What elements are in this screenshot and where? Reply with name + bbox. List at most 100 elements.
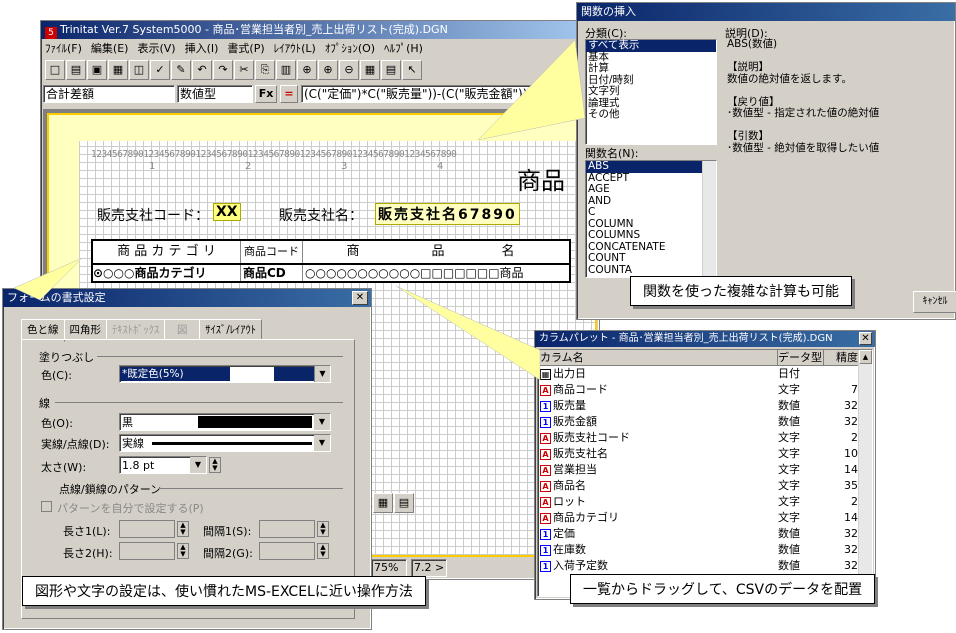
chevron-down-icon[interactable]: ▼ [314,414,330,430]
preview-icon[interactable]: ◫ [129,60,149,80]
formula-name-field[interactable]: 合計差額 [43,85,175,103]
new-icon[interactable]: □ [45,60,65,80]
zoom-out-icon[interactable]: ⊖ [339,60,359,80]
tab-rectangle[interactable]: 四角形 [63,319,107,340]
tab-textbox[interactable]: ﾃｷｽﾄﾎﾞｯｸｽ [106,319,166,340]
scroll-up-icon[interactable]: ▲ [859,350,872,364]
menu-edit[interactable]: 編集(E) [91,42,129,55]
function-item[interactable]: AGE [586,183,716,196]
palette-row[interactable]: A 販売支社名 文字 10 [538,446,872,462]
header-name-2[interactable]: 品 [403,241,473,263]
undo-icon[interactable]: ↶ [192,60,212,80]
line-style-select[interactable]: 実線 ▼ [119,434,331,452]
tab-size-layout[interactable]: ｻｲｽﾞ/ﾚｲｱｳﾄ [199,319,263,340]
category-item[interactable]: 計算 [586,62,716,75]
grid-tool-icon[interactable]: ▤ [394,493,414,513]
menu-option[interactable]: ｵﾌﾟｼｮﾝ(O) [325,42,375,55]
print-icon[interactable]: ▦ [108,60,128,80]
header-name-3[interactable]: 名 [473,241,543,263]
palette-row[interactable]: A 商品コード 文字 7 [538,382,872,398]
close-icon[interactable]: ✕ [859,332,872,345]
table-icon[interactable]: ▤ [381,60,401,80]
col-header-type[interactable]: データ型 [778,350,824,365]
gap1-spinner[interactable]: ▲ ▼ [317,521,329,537]
zoom-in-icon[interactable]: ⊕ [318,60,338,80]
gap2-spinner[interactable]: ▲ ▼ [317,543,329,559]
gap1-field[interactable] [259,520,315,538]
grid-icon[interactable]: ▦ [360,60,380,80]
palette-list[interactable]: カラム名 データ型 精度 ▦ 出力日 日付 A 商品コード 文字 7 1 販売量 数値 32 1 販売金… [537,349,873,597]
function-list[interactable]: ABS ACCEPT AGE AND C COLUMN COLUMNS CONC… [585,160,717,278]
palette-row[interactable]: A ロット 文字 2 [538,494,872,510]
formula-input[interactable]: (C("定価")*C("販売量"))-(C("販売金額")) [301,85,597,103]
save-icon[interactable]: ▣ [87,60,107,80]
redo-icon[interactable]: ↷ [213,60,233,80]
palette-row[interactable]: A 商品名 文字 35 [538,478,872,494]
menu-help[interactable]: ﾍﾙﾌﾟ(H) [384,42,423,55]
category-item[interactable]: すべて表示 [586,39,716,52]
category-list[interactable]: すべて表示 基本 計算 日付/時刻 文字列 論理式 その他 [585,39,717,145]
function-scrollbar[interactable] [702,161,716,277]
width-spinner[interactable]: ▲ ▼ [209,457,221,473]
line-color-select[interactable]: 黒 ▼ [119,413,331,431]
palette-row[interactable]: 1 入荷予定数 数値 32 [538,558,872,574]
menu-view[interactable]: 表示(V) [137,42,175,55]
chevron-down-icon[interactable]: ▼ [314,435,330,451]
palette-row[interactable]: A 商品カテゴリ 文字 14 [538,510,872,526]
seller-name-label[interactable]: 販売支社名： [279,205,363,225]
col-header-name[interactable]: カラム名 [538,350,778,365]
category-item[interactable]: その他 [586,108,716,121]
function-item[interactable]: COUNT [586,252,716,265]
equals-button[interactable]: = [280,85,298,103]
open-icon[interactable]: ▤ [66,60,86,80]
function-item[interactable]: COLUMNS [586,229,716,242]
tab-figure[interactable]: 図 [164,319,201,340]
formula-type-field[interactable]: 数値型 [177,85,253,103]
detail-code[interactable]: 商品CD [241,265,303,281]
len2-field[interactable] [119,542,175,560]
width-select[interactable]: 1.8 pt ▼ [119,456,207,474]
function-item[interactable]: AND [586,195,716,208]
function-item[interactable]: COUNTA [586,264,716,277]
cancel-button[interactable]: ｷｬﾝｾﾙ [913,291,956,313]
close-icon[interactable]: ✕ [352,291,368,305]
palette-row[interactable]: 1 定価 数値 32 [538,526,872,542]
menu-layout[interactable]: ﾚｲｱｳﾄ(L) [274,42,316,55]
len1-spinner[interactable]: ▲ ▼ [177,521,189,537]
function-item[interactable]: C [586,206,716,219]
spell-icon[interactable]: ✓ [150,60,170,80]
header-name-1[interactable]: 商 [303,241,403,263]
len1-field[interactable] [119,520,175,538]
copy-icon[interactable]: ⎘ [255,60,275,80]
paste-icon[interactable]: ▥ [276,60,296,80]
palette-row[interactable]: A 営業担当 文字 14 [538,462,872,478]
custom-pattern-checkbox[interactable] [41,501,52,512]
palette-row[interactable]: 1 販売量 数値 32 [538,398,872,414]
function-item[interactable]: ABS [586,161,716,173]
seller-code-value[interactable]: XX [213,203,241,221]
palette-row[interactable]: 1 在庫数 数値 32 [538,542,872,558]
palette-row[interactable]: ▦ 出力日 日付 [538,366,872,382]
seller-name-value[interactable]: 販売支社名67890 [375,203,520,225]
palette-row[interactable]: A 販売支社コード 文字 2 [538,430,872,446]
col-header-prec[interactable]: 精度 [824,350,860,365]
seller-code-label[interactable]: 販売支社コード： [97,205,209,225]
category-item[interactable]: 文字列 [586,85,716,98]
detail-category[interactable]: ⊙○○○商品カテゴリ [93,265,241,281]
cut-icon[interactable]: ✂ [234,60,254,80]
menu-file[interactable]: ﾌｧｲﾙ(F) [45,42,82,55]
header-category[interactable]: 商 品 カ テ ゴ リ [93,241,241,263]
table-tool-icon[interactable]: ▦ [373,493,393,513]
palette-scrollbar[interactable]: ▲ [858,350,872,596]
palette-row[interactable]: 1 販売金額 数値 32 [538,414,872,430]
pointer-icon[interactable]: ↖ [402,60,422,80]
gap2-field[interactable] [259,542,315,560]
fill-color-select[interactable]: *既定色(5%) ▼ [119,365,331,383]
len2-spinner[interactable]: ▲ ▼ [177,543,189,559]
header-code[interactable]: 商品コード [241,241,303,263]
chevron-down-icon[interactable]: ▼ [314,366,330,382]
menu-insert[interactable]: 挿入(I) [185,42,219,55]
zoom-icon[interactable]: ⊕ [297,60,317,80]
report-title[interactable]: 商品 [517,161,565,196]
menu-format[interactable]: 書式(P) [227,42,264,55]
